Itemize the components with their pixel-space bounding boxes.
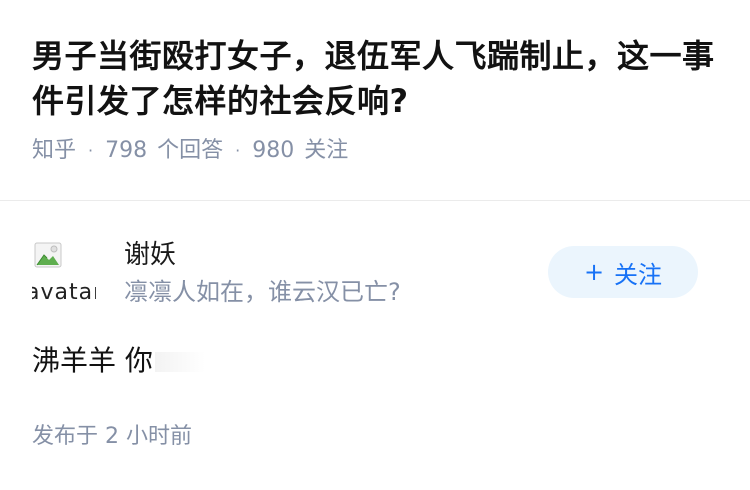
publish-time: 发布于 2 小时前 [32, 422, 192, 452]
author-info: avatar 谢妖 凛凛人如在，谁云汉已亡? + 关注 [32, 236, 718, 312]
author-bio: 凛凛人如在，谁云汉已亡? [124, 278, 401, 306]
answer-count-label: 个回答 [157, 138, 224, 163]
question-header: 男子当街殴打女子，退伍军人飞踹制止，这一事件引发了怎样的社会反响? 知乎 · 7… [32, 34, 722, 166]
follow-button-label: 关注 [614, 260, 663, 289]
content-fade [154, 352, 205, 372]
answer-page: 男子当街殴打女子，退伍军人飞踹制止，这一事件引发了怎样的社会反响? 知乎 · 7… [0, 0, 750, 490]
follower-count: 980 [252, 138, 295, 163]
avatar[interactable]: avatar [32, 240, 96, 304]
publish-time-value: 2 小时前 [105, 424, 193, 449]
separator-dot: · [88, 141, 94, 160]
separator-dot: · [235, 141, 241, 160]
question-title[interactable]: 男子当街殴打女子，退伍军人飞踹制止，这一事件引发了怎样的社会反响? [32, 34, 722, 124]
follower-count-label: 关注 [304, 138, 349, 163]
plus-icon: + [583, 258, 605, 286]
section-divider [0, 200, 750, 201]
source-label[interactable]: 知乎 [32, 136, 76, 166]
follow-button[interactable]: + 关注 [548, 246, 698, 298]
author-name[interactable]: 谢妖 [124, 238, 176, 272]
broken-image-icon [34, 242, 62, 268]
question-meta: 知乎 · 798 个回答 · 980 关注 [32, 136, 722, 166]
avatar-alt-text: avatar [32, 280, 96, 304]
answer-content[interactable]: 沸羊羊 你 [32, 342, 205, 380]
publish-label: 发布于 [32, 424, 99, 449]
answer-count: 798 [105, 138, 148, 163]
answer-text: 沸羊羊 你 [32, 344, 153, 377]
